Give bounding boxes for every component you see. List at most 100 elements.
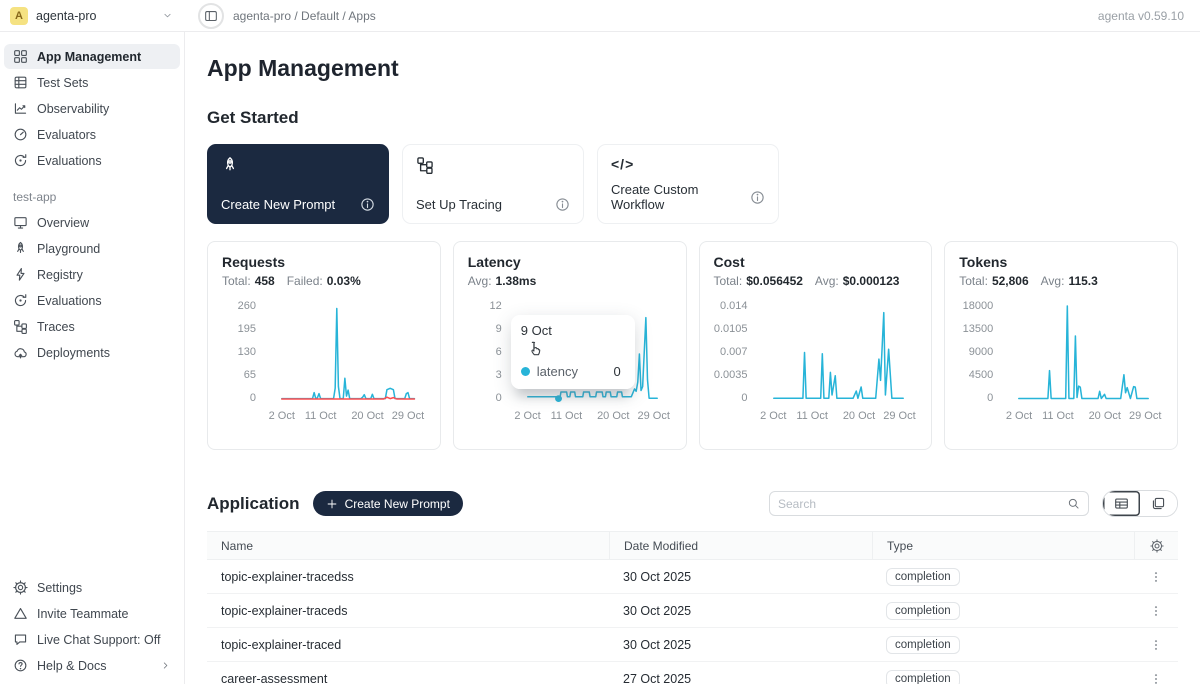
applications-table: NameDate ModifiedType topic-explainer-tr… [207,531,1178,684]
get-started-card-create-custom-workflow[interactable]: </>Create Custom Workflow [597,144,779,224]
plus-icon [326,498,338,510]
sidebar-item-label: Observability [37,102,109,116]
chart-y-axis: 129630 [468,300,510,404]
info-icon [750,190,765,205]
app-root: A agenta-pro agenta-pro / Default / Apps… [0,0,1200,684]
table-row-topic-explainer-tracedss[interactable]: topic-explainer-tracedss30 Oct 2025compl… [207,560,1178,594]
type-cell: completion [872,568,1134,586]
column-header-date-modified[interactable]: Date Modified [609,532,872,559]
card-label: Set Up Tracing [416,197,502,212]
info-icon [360,197,375,212]
tree-icon [416,156,570,174]
appnav-item-deployments[interactable]: Deployments [4,340,180,365]
table-row-career-assessment[interactable]: career-assessment27 Oct 2025completion [207,662,1178,684]
footer-item-help-docs[interactable]: Help & Docs [4,653,180,678]
table-body: topic-explainer-tracedss30 Oct 2025compl… [207,560,1178,684]
chart-x-axis: 2 Oct11 Oct20 Oct29 Oct [510,408,672,423]
y-tick-label: 6 [496,346,502,358]
refresh-icon [13,153,28,168]
x-tick-label: 11 Oct [1042,410,1074,422]
chart-y-axis: 1800013500900045000 [959,300,1001,404]
column-header-name[interactable]: Name [207,532,609,559]
series-tokens [1019,306,1148,399]
sidebar-item-observability[interactable]: Observability [4,96,180,121]
appnav-item-playground[interactable]: Playground [4,236,180,261]
chart-plot-tokens [1001,300,1163,404]
x-tick-label: 2 Oct [514,410,540,422]
x-tick-label: 2 Oct [760,410,786,422]
row-actions-cell [1134,638,1178,652]
sidebar-item-label: Evaluations [37,294,102,308]
footer-item-invite-teammate[interactable]: Invite Teammate [4,601,180,626]
kebab-menu-icon[interactable] [1149,638,1163,652]
get-started-cards: Create New Prompt Set Up Tracing </>Create… [207,144,1178,224]
x-tick-label: 29 Oct [392,410,424,422]
appnav-item-registry[interactable]: Registry [4,262,180,287]
type-cell: completion [872,636,1134,654]
kebab-menu-icon[interactable] [1149,570,1163,584]
card-label-row: Set Up Tracing [416,197,570,212]
search-icon[interactable] [1067,497,1080,510]
chevron-down-icon[interactable] [162,10,173,21]
sidebar-item-evaluations[interactable]: Evaluations [4,148,180,173]
y-tick-label: 3 [496,369,502,381]
y-tick-label: 12 [490,300,502,312]
x-tick-label: 11 Oct [551,410,583,422]
y-tick-label: 130 [238,346,256,358]
column-header-type[interactable]: Type [872,532,1134,559]
chart-stats: Total:52,806Avg:115.3 [959,274,1163,288]
sidebar-item-label: Registry [37,268,83,282]
app-name-cell: career-assessment [207,672,609,684]
x-tick-label: 29 Oct [1129,410,1161,422]
sidebar-item-label: Evaluations [37,154,102,168]
footer-item-settings[interactable]: Settings [4,575,180,600]
kebab-menu-icon[interactable] [1149,604,1163,618]
sidebar-item-test-sets[interactable]: Test Sets [4,70,180,95]
y-tick-label: 0 [250,392,256,404]
get-started-heading: Get Started [207,108,1178,128]
table-row-topic-explainer-traced[interactable]: topic-explainer-traced30 Oct 2025complet… [207,628,1178,662]
chart-plot-area: 2 Oct11 Oct20 Oct29 Oct [264,300,426,423]
workspace-selector[interactable]: A agenta-pro [0,7,185,25]
search-input[interactable] [778,497,1067,511]
chart-y-axis: 260195130650 [222,300,264,404]
chart-body: 18000135009000450002 Oct11 Oct20 Oct29 O… [959,300,1163,423]
sidebar-item-label: Overview [37,216,89,230]
column-settings-icon[interactable] [1150,539,1164,553]
sidebar-item-label: Settings [37,581,82,595]
observability-icon [13,101,28,116]
type-cell: completion [872,602,1134,620]
y-tick-label: 65 [244,369,256,381]
x-tick-label: 2 Oct [269,410,295,422]
appnav-item-overview[interactable]: Overview [4,210,180,235]
type-badge: completion [886,568,960,586]
chart-title: Tokens [959,254,1163,270]
appnav-item-traces[interactable]: Traces [4,314,180,339]
create-new-prompt-button[interactable]: Create New Prompt [313,491,463,516]
footer-item-live-chat-support-off[interactable]: Live Chat Support: Off [4,627,180,652]
get-started-card-set-up-tracing[interactable]: Set Up Tracing [402,144,584,224]
chart-stat: Total:$0.056452 [714,274,803,288]
y-tick-label: 0.0035 [714,369,748,381]
panel-left-icon [204,9,218,23]
sidebar-item-label: Live Chat Support: Off [37,633,160,647]
date-modified-cell: 27 Oct 2025 [609,672,872,684]
rocket-icon [221,156,375,174]
sidebar-collapse-button[interactable] [198,3,224,29]
sidebar-item-label: Deployments [37,346,110,360]
chart-plot-requests [264,300,426,404]
get-started-card-create-new-prompt[interactable]: Create New Prompt [207,144,389,224]
appnav-item-evaluations[interactable]: Evaluations [4,288,180,313]
card-view-button[interactable] [1140,491,1177,516]
test-sets-icon [13,75,28,90]
sidebar-item-evaluators[interactable]: Evaluators [4,122,180,147]
sidebar-item-label: Traces [37,320,75,334]
chart-plot-area: 2 Oct11 Oct20 Oct29 Oct [1001,300,1163,423]
kebab-menu-icon[interactable] [1149,672,1163,684]
chart-body: 0.0140.01050.0070.003502 Oct11 Oct20 Oct… [714,300,918,423]
sidebar-item-app-management[interactable]: App Management [4,44,180,69]
table-view-button[interactable] [1103,491,1140,516]
type-badge: completion [886,602,960,620]
type-cell: completion [872,670,1134,684]
table-row-topic-explainer-traceds[interactable]: topic-explainer-traceds30 Oct 2025comple… [207,594,1178,628]
